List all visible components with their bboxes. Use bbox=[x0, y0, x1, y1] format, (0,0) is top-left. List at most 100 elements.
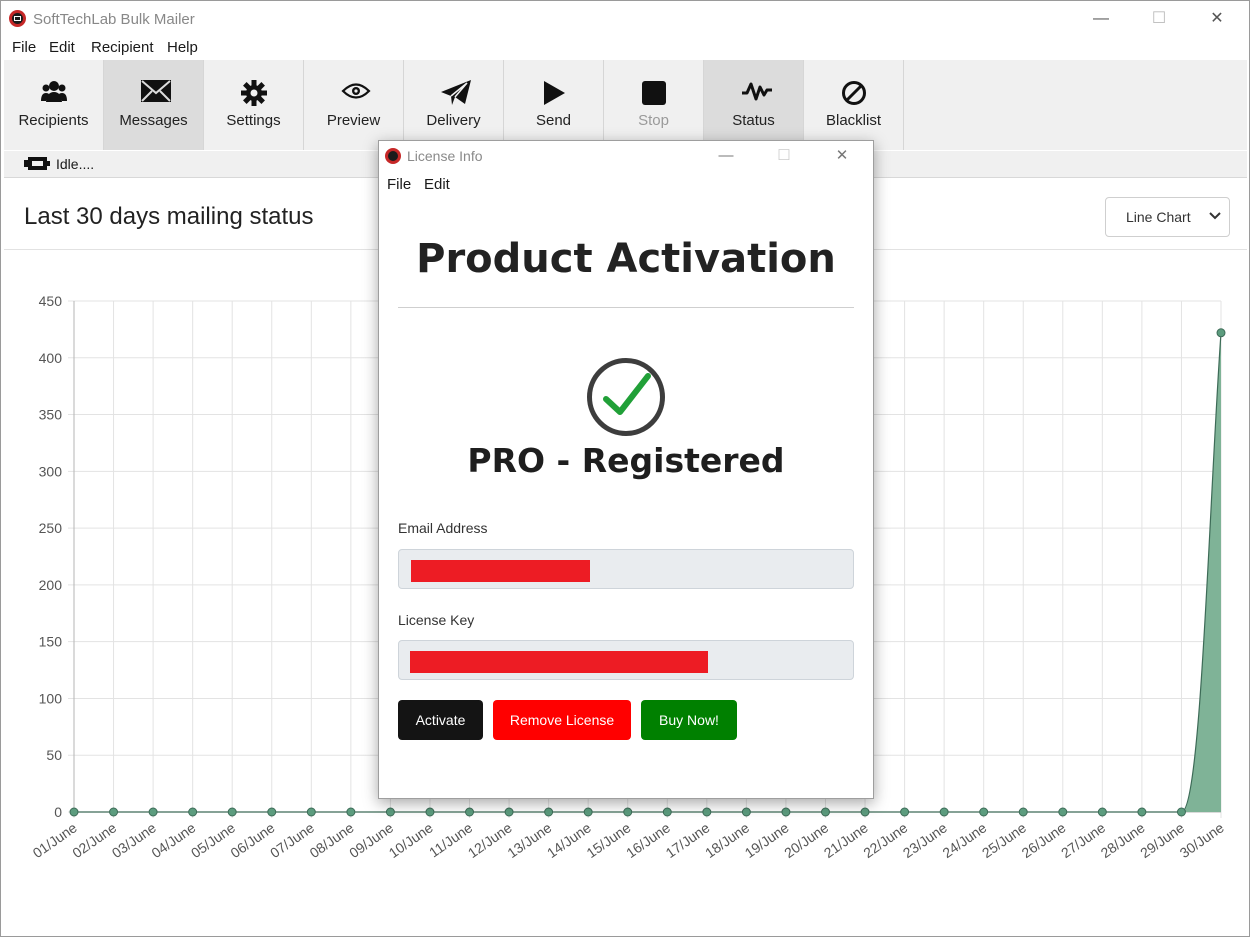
x-tick-label: 04/June bbox=[148, 819, 198, 861]
data-point bbox=[504, 807, 514, 817]
toolbar-label: Send bbox=[535, 112, 572, 129]
data-point bbox=[900, 807, 910, 817]
data-point bbox=[385, 807, 395, 817]
x-tick-label: 24/June bbox=[939, 819, 989, 861]
dialog-menu-file[interactable]: File bbox=[387, 176, 411, 193]
plug-disconnected-icon bbox=[24, 157, 50, 170]
toolbar-messages-button[interactable]: Messages bbox=[104, 60, 204, 150]
data-point bbox=[465, 807, 475, 817]
data-point bbox=[544, 807, 554, 817]
pulse-icon bbox=[742, 82, 772, 101]
toolbar-recipients-button[interactable]: Recipients bbox=[4, 60, 104, 150]
toolbar-preview-button[interactable]: Preview bbox=[304, 60, 404, 150]
x-tick-label: 16/June bbox=[623, 819, 673, 861]
x-tick-label: 21/June bbox=[821, 819, 871, 861]
data-point bbox=[227, 807, 237, 817]
data-point bbox=[148, 807, 158, 817]
dialog-minimize-button[interactable]: — bbox=[706, 144, 746, 168]
dashboard-heading: Last 30 days mailing status bbox=[24, 203, 314, 230]
y-tick-label: 450 bbox=[39, 293, 63, 309]
maximize-button[interactable]: ☐ bbox=[1136, 7, 1182, 31]
data-point bbox=[662, 807, 672, 817]
license-key-field[interactable] bbox=[398, 640, 854, 680]
dialog-title: License Info bbox=[407, 148, 483, 164]
window-title: SoftTechLab Bulk Mailer bbox=[33, 11, 195, 28]
menu-bar: File Edit Recipient Help bbox=[1, 37, 1249, 59]
x-tick-label: 25/June bbox=[979, 819, 1029, 861]
toolbar-blacklist-button[interactable]: Blacklist bbox=[804, 60, 904, 150]
dialog-menu-edit[interactable]: Edit bbox=[424, 176, 450, 193]
data-point bbox=[781, 807, 791, 817]
y-tick-label: 150 bbox=[39, 634, 63, 650]
dialog-close-button[interactable]: ✕ bbox=[822, 144, 862, 168]
data-point bbox=[188, 807, 198, 817]
toolbar-label: Recipients bbox=[18, 112, 89, 129]
chart-type-select[interactable]: Line Chart bbox=[1105, 197, 1230, 237]
menu-help[interactable]: Help bbox=[167, 39, 198, 56]
x-tick-label: 14/June bbox=[544, 819, 594, 861]
buy-now-button[interactable]: Buy Now! bbox=[641, 700, 737, 740]
x-tick-label: 09/June bbox=[346, 819, 396, 861]
x-tick-label: 12/June bbox=[465, 819, 515, 861]
play-icon bbox=[544, 81, 565, 105]
toolbar-stop-button[interactable]: Stop bbox=[604, 60, 704, 150]
data-point bbox=[623, 807, 633, 817]
chevron-down-icon bbox=[1209, 212, 1221, 220]
y-tick-label: 250 bbox=[39, 520, 63, 536]
dialog-maximize-button[interactable]: ☐ bbox=[764, 144, 804, 168]
data-point bbox=[1018, 807, 1028, 817]
menu-recipient[interactable]: Recipient bbox=[91, 39, 154, 56]
x-tick-label: 01/June bbox=[30, 819, 80, 861]
data-point bbox=[1137, 807, 1147, 817]
email-label: Email Address bbox=[398, 520, 488, 536]
x-tick-label: 30/June bbox=[1177, 819, 1227, 861]
toolbar-label: Delivery bbox=[426, 112, 481, 129]
y-tick-label: 350 bbox=[39, 407, 63, 423]
ban-icon bbox=[842, 81, 866, 105]
license-status: PRO - Registered bbox=[467, 441, 785, 480]
x-tick-label: 17/June bbox=[663, 819, 713, 861]
toolbar-label: Status bbox=[732, 112, 775, 129]
x-tick-label: 26/June bbox=[1019, 819, 1069, 861]
license-info-dialog: License Info — ☐ ✕ File Edit Product Act… bbox=[378, 140, 874, 799]
data-point bbox=[860, 807, 870, 817]
envelope-icon bbox=[141, 80, 171, 102]
eye-icon bbox=[341, 83, 371, 99]
dialog-divider bbox=[398, 307, 854, 308]
toolbar-settings-button[interactable]: Settings bbox=[204, 60, 304, 150]
toolbar-label: Blacklist bbox=[825, 112, 881, 129]
redacted-email bbox=[411, 560, 590, 582]
x-tick-label: 08/June bbox=[307, 819, 357, 861]
toolbar-delivery-button[interactable]: Delivery bbox=[404, 60, 504, 150]
data-point bbox=[702, 807, 712, 817]
status-text: Idle.... bbox=[56, 156, 95, 172]
data-point bbox=[939, 807, 949, 817]
toolbar-status-button[interactable]: Status bbox=[704, 60, 804, 150]
x-tick-label: 19/June bbox=[742, 819, 792, 861]
x-tick-label: 02/June bbox=[69, 819, 119, 861]
data-point bbox=[267, 807, 277, 817]
x-tick-label: 10/June bbox=[386, 819, 436, 861]
remove-license-button[interactable]: Remove License bbox=[493, 700, 631, 740]
dialog-logo-icon bbox=[385, 148, 401, 164]
y-tick-label: 50 bbox=[46, 747, 62, 763]
chart-type-value: Line Chart bbox=[1126, 209, 1191, 225]
app-logo-icon bbox=[9, 10, 26, 27]
x-tick-label: 27/June bbox=[1058, 819, 1108, 861]
menu-edit[interactable]: Edit bbox=[49, 39, 75, 56]
toolbar-label: Messages bbox=[119, 112, 188, 129]
toolbar-send-button[interactable]: Send bbox=[504, 60, 604, 150]
data-point bbox=[1216, 328, 1226, 338]
x-tick-label: 29/June bbox=[1137, 819, 1187, 861]
users-icon bbox=[41, 81, 67, 102]
redacted-license-key bbox=[410, 651, 708, 673]
data-point bbox=[1097, 807, 1107, 817]
close-button[interactable]: ✕ bbox=[1194, 7, 1240, 31]
menu-file[interactable]: File bbox=[12, 39, 36, 56]
y-tick-label: 100 bbox=[39, 690, 63, 706]
email-field[interactable] bbox=[398, 549, 854, 589]
data-point bbox=[583, 807, 593, 817]
activate-button[interactable]: Activate bbox=[398, 700, 483, 740]
minimize-button[interactable]: — bbox=[1078, 7, 1124, 31]
x-tick-label: 15/June bbox=[583, 819, 633, 861]
